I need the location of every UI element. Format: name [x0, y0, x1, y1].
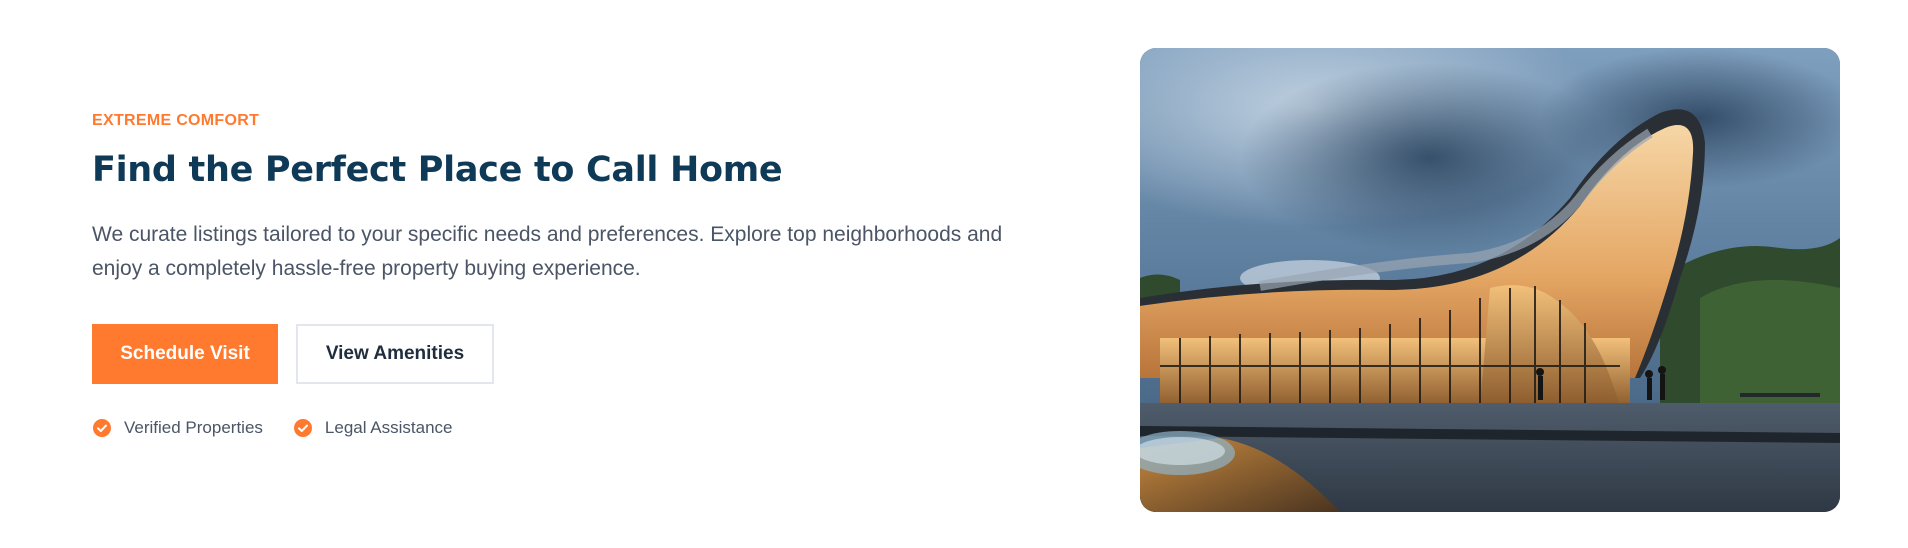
schedule-visit-button[interactable]: Schedule Visit — [92, 324, 278, 384]
eyebrow-label: EXTREME COMFORT — [92, 112, 260, 129]
badge-verified-properties: Verified Properties — [92, 418, 263, 438]
cta-buttons: Schedule Visit View Amenities — [92, 324, 1092, 384]
badge-legal-assistance: Legal Assistance — [293, 418, 453, 438]
hero-section: EXTREME COMFORT Find the Perfect Place t… — [0, 0, 1908, 548]
page-title: Find the Perfect Place to Call Home — [92, 150, 783, 190]
building-illustration — [1140, 48, 1840, 512]
feature-badges: Verified Properties Legal Assistance — [92, 418, 1092, 438]
hero-building-image — [1140, 48, 1840, 512]
description-line-2: enjoy a completely hassle-free property … — [92, 257, 641, 280]
badge-label: Legal Assistance — [324, 418, 453, 437]
view-amenities-button[interactable]: View Amenities — [296, 324, 494, 384]
description-line-1: We curate listings tailored to your spec… — [92, 223, 1003, 246]
check-circle-icon — [92, 418, 112, 438]
check-circle-icon — [293, 418, 313, 438]
hero-content: EXTREME COMFORT Find the Perfect Place t… — [92, 112, 1092, 438]
badge-label: Verified Properties — [124, 418, 263, 437]
hero-description: We curate listings tailored to your spec… — [92, 218, 1082, 286]
